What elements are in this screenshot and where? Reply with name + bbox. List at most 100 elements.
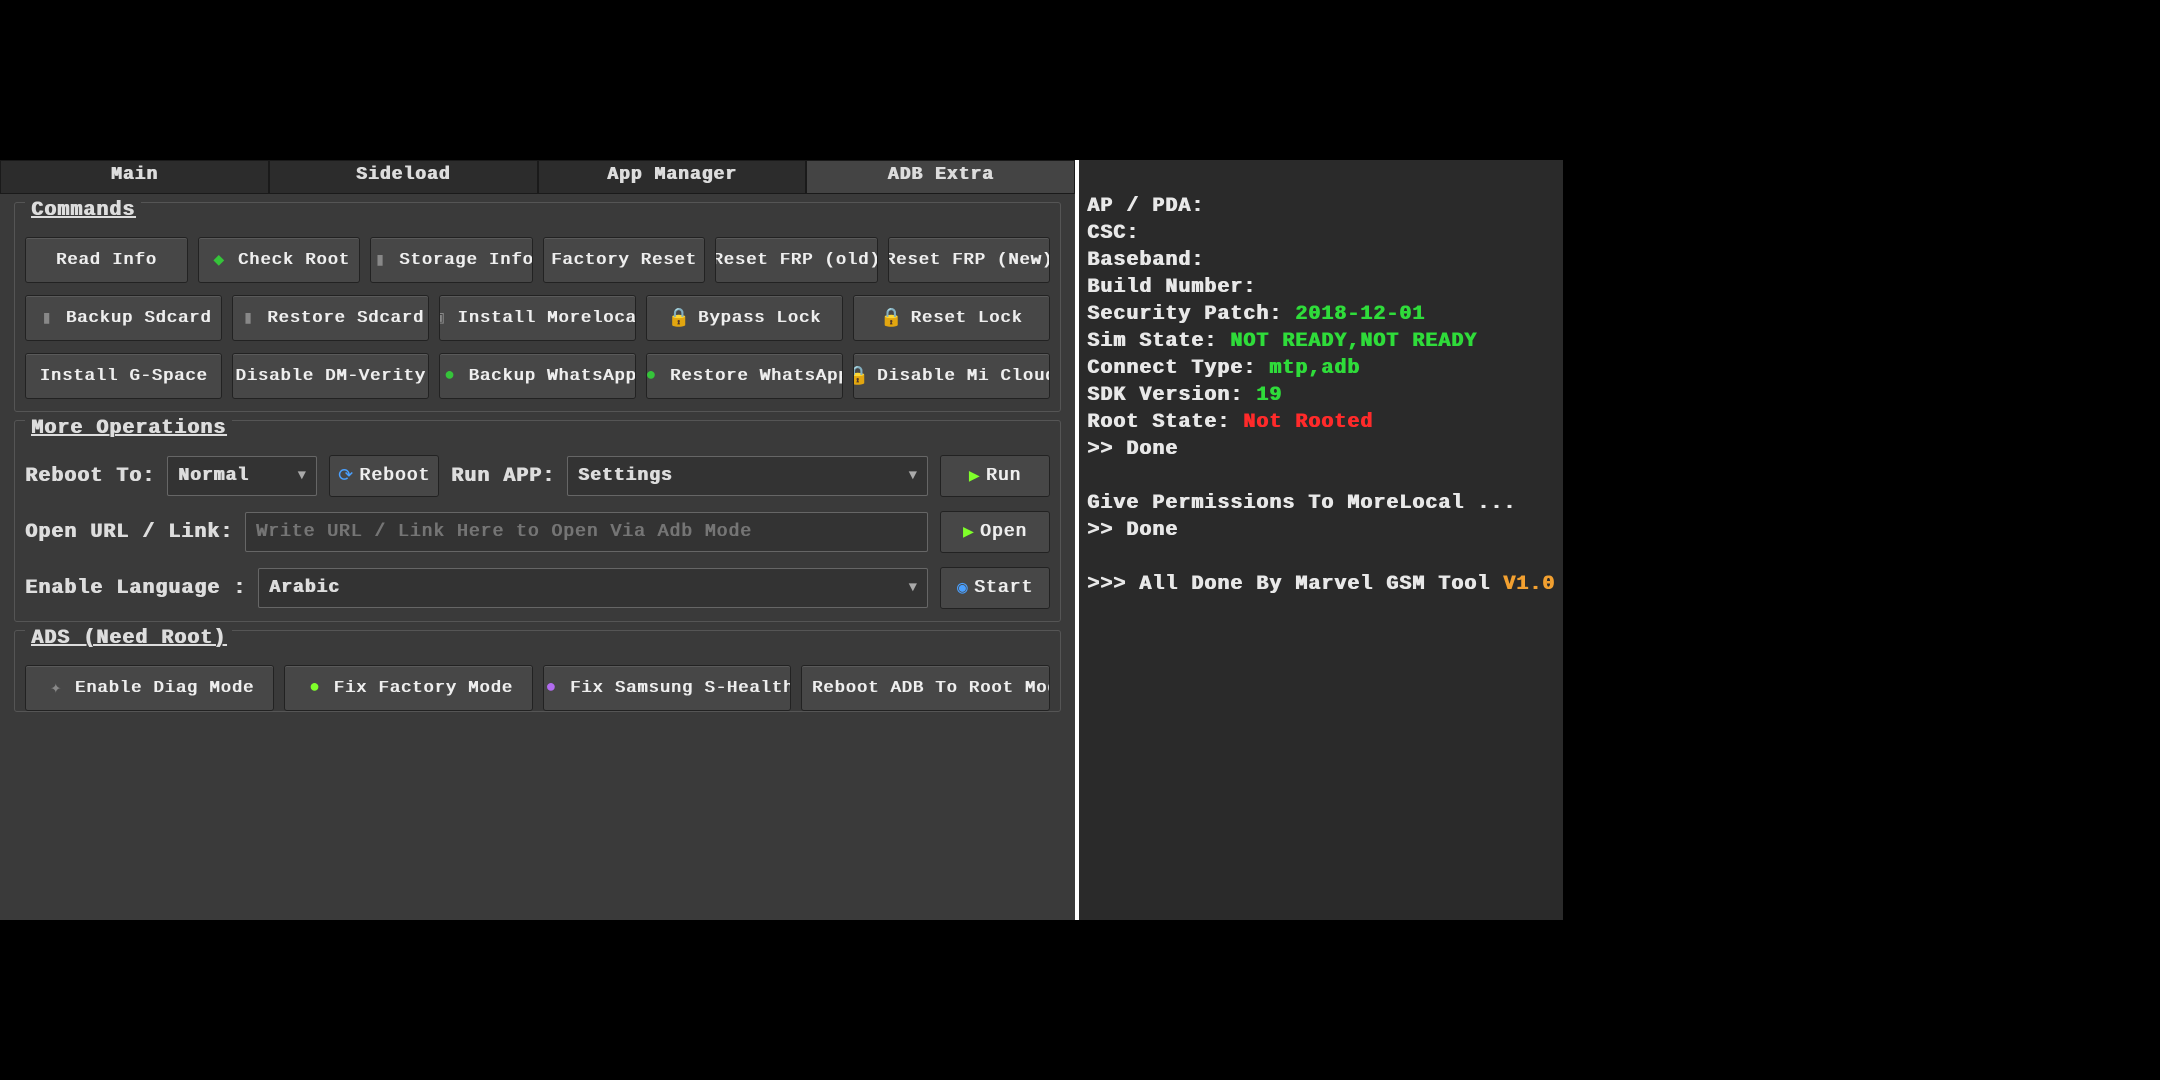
- enable-diag-button[interactable]: ✦ Enable Diag Mode: [25, 665, 274, 711]
- log-line: Root State:: [1087, 411, 1230, 434]
- read-info-button[interactable]: Read Info: [25, 237, 188, 283]
- fix-samsung-label: Fix Samsung S-Health: [570, 679, 791, 698]
- log-line: Baseband:: [1087, 249, 1204, 272]
- run-btn-label: Run: [986, 466, 1021, 486]
- reboot-button[interactable]: ⟳ Reboot: [329, 455, 439, 497]
- log-line: Give Permissions To MoreLocal ...: [1087, 492, 1516, 515]
- tab-adbextra[interactable]: ADB Extra: [806, 160, 1075, 194]
- group-more-operations: More Operations Reboot To: Normal ▼ ⟳ Re…: [14, 420, 1061, 622]
- globe-icon: ◉: [957, 577, 968, 599]
- reset-frp-old-button[interactable]: Reset FRP (old): [715, 237, 878, 283]
- disable-micloud-label: Disable Mi Cloud: [877, 367, 1050, 386]
- log-panel: AP / PDA: CSC: Baseband: Build Number: S…: [1079, 160, 1563, 920]
- sdcard-icon: ▮: [237, 307, 259, 329]
- open-button[interactable]: ▶ Open: [940, 511, 1050, 553]
- enable-language-value: Arabic: [269, 578, 340, 598]
- cloud-lock-icon: 🔒: [853, 365, 869, 387]
- run-app-select[interactable]: Settings ▼: [567, 456, 928, 496]
- lock-icon: 🔒: [668, 307, 690, 329]
- tab-appmanager[interactable]: App Manager: [538, 160, 807, 194]
- chevron-down-icon: ▼: [298, 468, 306, 484]
- log-line: >> Done: [1087, 438, 1178, 461]
- run-app-label: Run APP:: [451, 465, 555, 488]
- tab-main[interactable]: Main: [0, 160, 269, 194]
- factory-reset-label: Factory Reset: [551, 251, 697, 270]
- log-line: >> Done: [1087, 519, 1178, 542]
- enable-language-label: Enable Language :: [25, 577, 246, 600]
- backup-sdcard-button[interactable]: ▮ Backup Sdcard: [25, 295, 222, 341]
- install-morelocal-button[interactable]: ▣ Install Morelocal: [439, 295, 636, 341]
- tab-appmgr-label: App Manager: [607, 165, 737, 185]
- reboot-adb-root-button[interactable]: ▣ Reboot ADB To Root Mode: [801, 665, 1050, 711]
- reset-frp-new-button[interactable]: Reset FRP (New): [888, 237, 1051, 283]
- group-commands: Commands Read Info ◆ Check Root ▮ Storag…: [14, 202, 1061, 412]
- log-value: NOT READY,NOT READY: [1230, 330, 1477, 353]
- reboot-to-value: Normal: [178, 466, 249, 486]
- reset-lock-label: Reset Lock: [910, 309, 1022, 328]
- open-url-input[interactable]: [245, 512, 928, 552]
- reboot-btn-label: Reboot: [359, 466, 430, 486]
- check-root-button[interactable]: ◆ Check Root: [198, 237, 361, 283]
- log-line: SDK Version:: [1087, 384, 1243, 407]
- play-icon: ▶: [969, 465, 980, 487]
- fix-factory-button[interactable]: ● Fix Factory Mode: [284, 665, 533, 711]
- backup-sdcard-label: Backup Sdcard: [66, 309, 212, 328]
- play-icon: ▶: [963, 521, 974, 543]
- check-root-label: Check Root: [238, 251, 350, 270]
- sdcard-icon: ▮: [370, 249, 391, 271]
- fix-samsung-button[interactable]: ● Fix Samsung S-Health: [543, 665, 792, 711]
- enable-diag-label: Enable Diag Mode: [75, 679, 254, 698]
- log-value: 2018-12-01: [1295, 303, 1425, 326]
- reboot-to-label: Reboot To:: [25, 465, 155, 488]
- heart-icon: ●: [543, 677, 562, 699]
- log-line: Security Patch:: [1087, 303, 1282, 326]
- install-morelocal-label: Install Morelocal: [457, 309, 636, 328]
- tab-adbextra-label: ADB Extra: [888, 165, 994, 185]
- backup-whatsapp-button[interactable]: ● Backup WhatsApp: [439, 353, 636, 399]
- log-value: V1.0: [1503, 573, 1555, 596]
- reset-frp-old-label: Reset FRP (old): [715, 251, 878, 270]
- install-gspace-button[interactable]: Install G-Space: [25, 353, 222, 399]
- refresh-icon: ⟳: [338, 465, 353, 487]
- read-info-label: Read Info: [56, 251, 157, 270]
- log-value: Not Rooted: [1243, 411, 1373, 434]
- disable-dmverity-button[interactable]: Disable DM-Verity: [232, 353, 429, 399]
- log-value: mtp,adb: [1269, 357, 1360, 380]
- group-commands-title: Commands: [25, 199, 141, 222]
- restore-sdcard-label: Restore Sdcard: [267, 309, 424, 328]
- start-button[interactable]: ◉ Start: [940, 567, 1050, 609]
- tab-sideload-label: Sideload: [356, 165, 450, 185]
- group-moreops-title: More Operations: [25, 417, 232, 440]
- factory-reset-button[interactable]: Factory Reset: [543, 237, 706, 283]
- log-line: CSC:: [1087, 222, 1139, 245]
- reset-frp-new-label: Reset FRP (New): [888, 251, 1051, 270]
- restore-whatsapp-label: Restore WhatsApp: [670, 367, 843, 386]
- chevron-down-icon: ▼: [909, 580, 917, 596]
- reboot-to-select[interactable]: Normal ▼: [167, 456, 317, 496]
- reboot-adb-root-label: Reboot ADB To Root Mode: [812, 679, 1050, 698]
- chevron-down-icon: ▼: [909, 468, 917, 484]
- bypass-lock-label: Bypass Lock: [698, 309, 821, 328]
- open-btn-label: Open: [980, 522, 1027, 542]
- tab-sideload[interactable]: Sideload: [269, 160, 538, 194]
- tab-main-label: Main: [111, 165, 158, 185]
- bypass-lock-button[interactable]: 🔒 Bypass Lock: [646, 295, 843, 341]
- terminal-icon: ▣: [801, 677, 804, 699]
- wrench-icon: ✦: [45, 677, 67, 699]
- group-ads: ADS (Need Root) ✦ Enable Diag Mode ● Fix…: [14, 630, 1061, 712]
- log-line: AP / PDA:: [1087, 195, 1204, 218]
- log-line: Sim State:: [1087, 330, 1217, 353]
- storage-info-button[interactable]: ▮ Storage Info: [370, 237, 533, 283]
- run-button[interactable]: ▶ Run: [940, 455, 1050, 497]
- install-gspace-label: Install G-Space: [39, 367, 207, 386]
- storage-info-label: Storage Info: [399, 251, 532, 270]
- restore-sdcard-button[interactable]: ▮ Restore Sdcard: [232, 295, 429, 341]
- backup-whatsapp-label: Backup WhatsApp: [468, 367, 636, 386]
- disable-micloud-button[interactable]: 🔒 Disable Mi Cloud: [853, 353, 1050, 399]
- reset-lock-button[interactable]: 🔒 Reset Lock: [853, 295, 1050, 341]
- restore-whatsapp-button[interactable]: ● Restore WhatsApp: [646, 353, 843, 399]
- whatsapp-icon: ●: [646, 365, 662, 387]
- log-line: Build Number:: [1087, 276, 1256, 299]
- enable-language-select[interactable]: Arabic ▼: [258, 568, 928, 608]
- run-app-value: Settings: [578, 466, 672, 486]
